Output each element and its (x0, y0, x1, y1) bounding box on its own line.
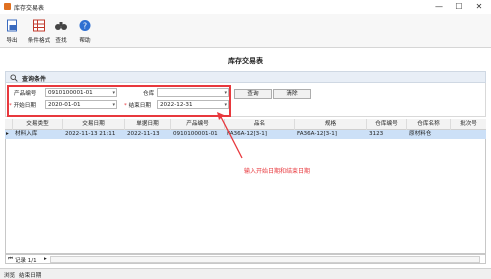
column-header[interactable]: 规格 (295, 119, 367, 130)
annotation-text: 输入开始日期和结束日期 (244, 168, 311, 175)
export-button[interactable]: 导出 (2, 17, 22, 47)
column-header[interactable]: 批次号 (451, 119, 486, 130)
highlight-box (7, 85, 231, 117)
binoculars-icon (55, 22, 67, 30)
export-label: 导出 (6, 38, 18, 44)
record-navigator: ⏮ 记录 1/1 ▸ (5, 254, 486, 264)
column-header[interactable]: 交易日期 (63, 119, 125, 130)
first-record-icon[interactable]: ⏮ (8, 256, 13, 263)
record-text: 记录 1/1 (15, 258, 37, 264)
next-record-icon[interactable]: ▸ (44, 256, 47, 262)
row-header-corner (5, 119, 13, 130)
query-conditions-header[interactable]: 查询条件 (5, 71, 486, 83)
status-bar: 浏览 结束日期 (0, 268, 491, 279)
clear-button[interactable]: 清除 (273, 89, 311, 99)
export-icon (7, 19, 17, 32)
format-button[interactable]: 条件格式 (26, 17, 52, 47)
svg-text:?: ? (83, 21, 87, 30)
column-header[interactable]: 交易类型 (13, 119, 63, 130)
close-button[interactable]: ✕ (472, 1, 486, 12)
column-header[interactable]: 单据日期 (125, 119, 171, 130)
report-title: 库存交易表 (228, 57, 263, 65)
query-conditions-title: 查询条件 (22, 76, 47, 83)
help-label: 帮助 (79, 38, 91, 44)
query-button[interactable]: 查询 (234, 89, 272, 99)
table-cell: FA36A-12[3-1] (297, 131, 337, 137)
table-cell: 材料入库 (15, 131, 38, 137)
status-field: 结束日期 (19, 273, 42, 279)
table-cell: 原材料仓 (409, 131, 432, 137)
maximize-button[interactable]: ☐ (452, 1, 466, 12)
table-cell: 3123 (369, 131, 384, 137)
toolbar: 导出 条件格式 查找 ? 帮助 (0, 14, 491, 48)
table-format-icon (33, 19, 45, 32)
row-indicator-icon: ▸ (6, 131, 9, 137)
window-title: 库存交易表 (14, 5, 45, 12)
format-label: 条件格式 (27, 38, 51, 44)
app-icon (4, 3, 11, 10)
help-button[interactable]: ? 帮助 (77, 17, 93, 47)
title-bar: 库存交易表 — ☐ ✕ (0, 0, 491, 14)
status-browse: 浏览 (4, 273, 16, 279)
table-cell: 2022-11-13 21:11 (65, 131, 116, 137)
find-button[interactable]: 查找 (53, 17, 69, 47)
minimize-button[interactable]: — (432, 1, 446, 12)
table-cell: 2022-11-13 (127, 131, 160, 137)
annotation-arrow (217, 112, 243, 159)
column-header[interactable]: 仓库名称 (407, 119, 451, 130)
search-icon (10, 74, 18, 82)
horizontal-scrollbar[interactable] (50, 256, 480, 263)
column-header[interactable]: 仓库编号 (367, 119, 407, 130)
table-cell (451, 130, 486, 139)
find-label: 查找 (55, 38, 67, 44)
help-icon: ? (79, 20, 91, 31)
